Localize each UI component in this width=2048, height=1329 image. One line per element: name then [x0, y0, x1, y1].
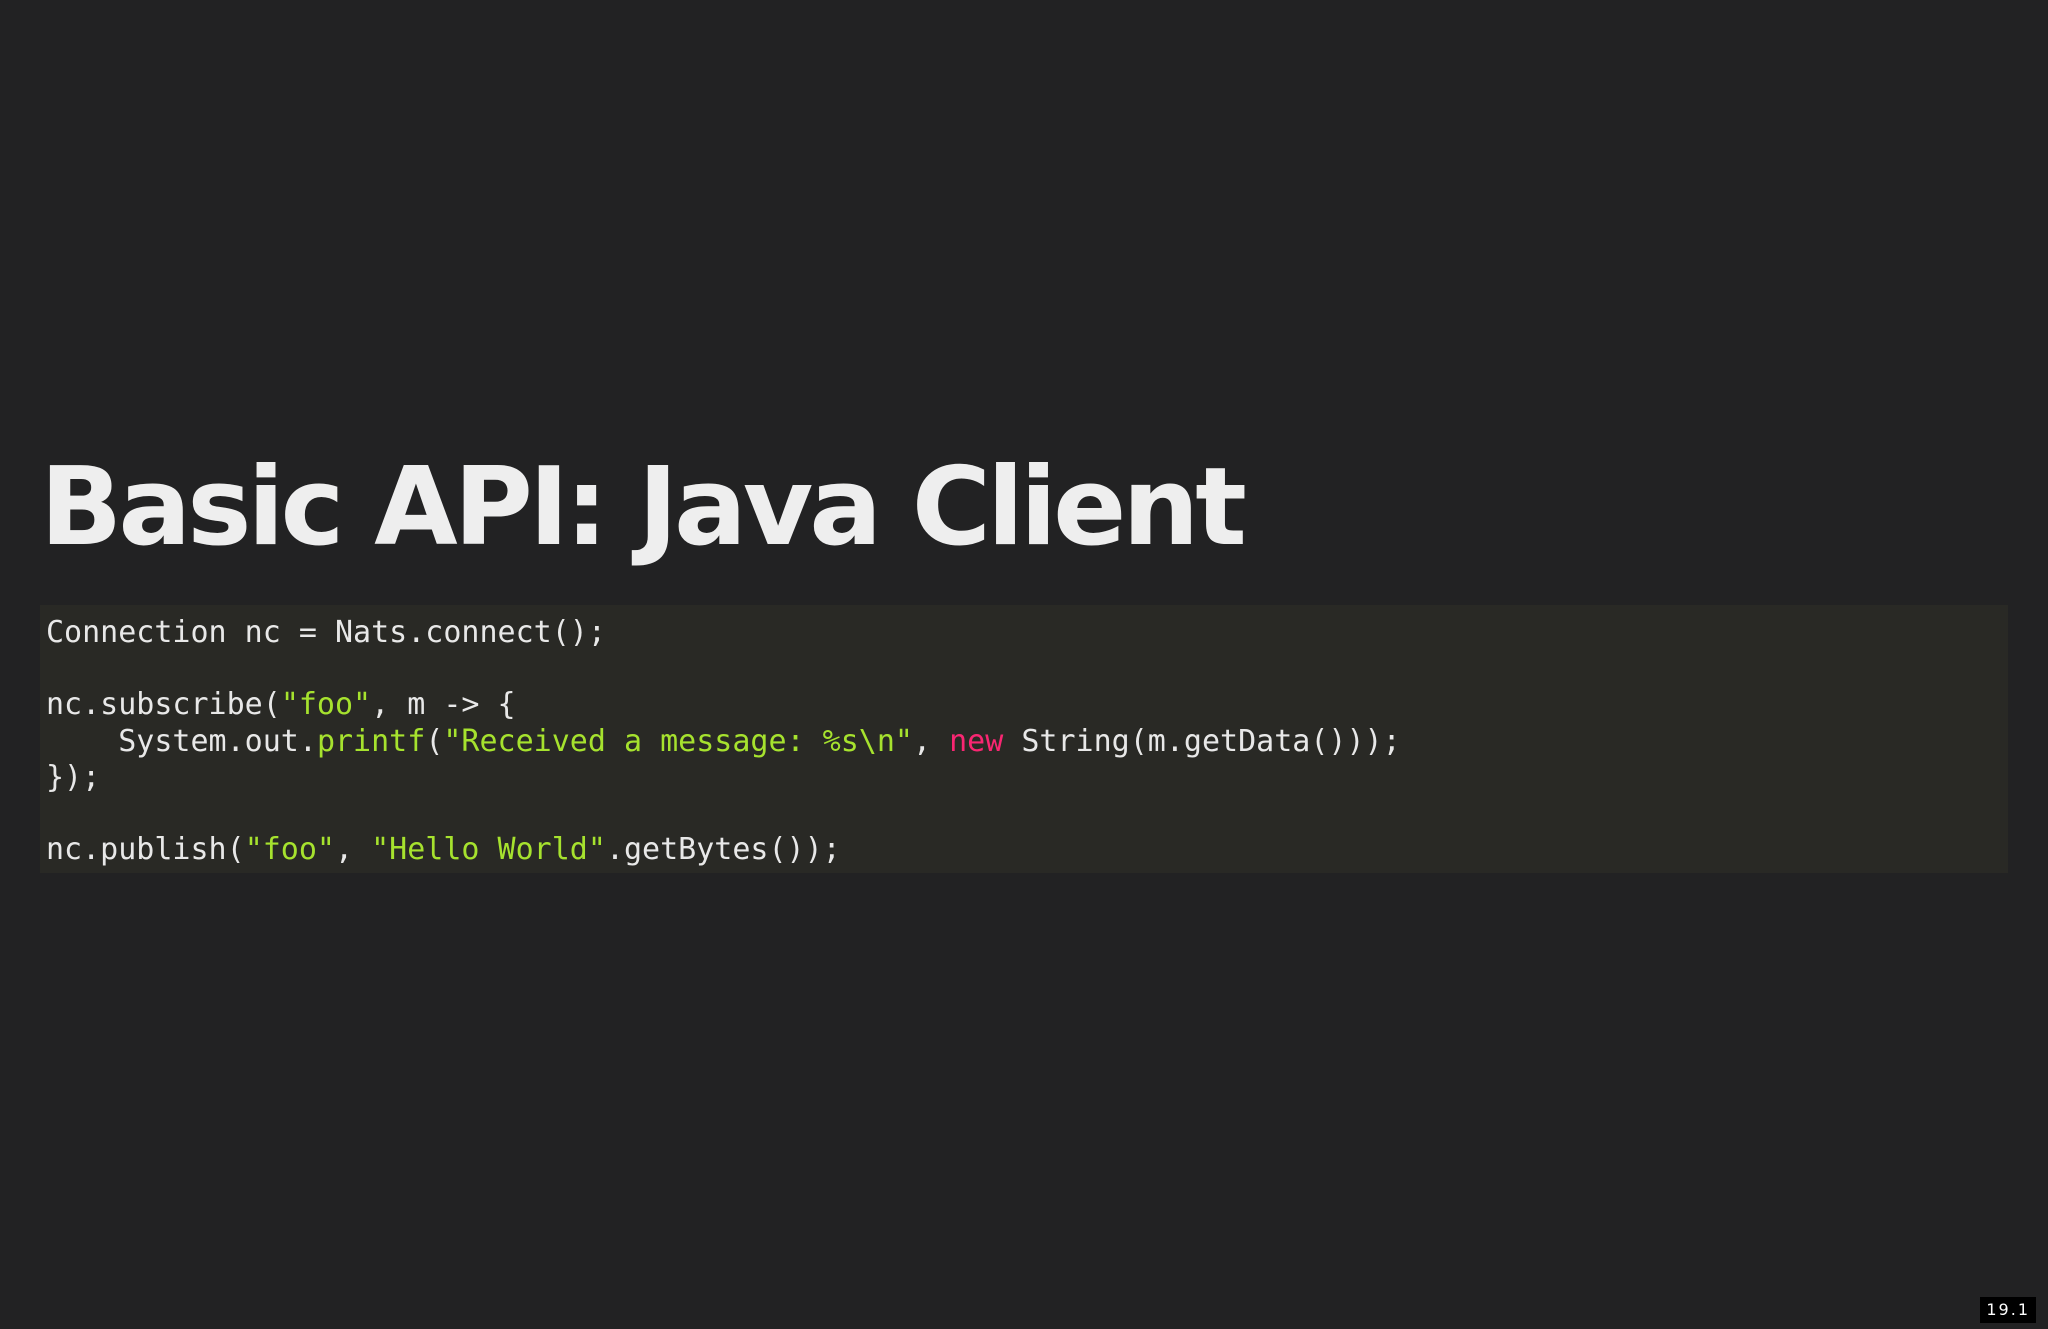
code-listing: Connection nc = Nats.connect(); nc.subscr…: [46, 615, 2002, 868]
slide-number: 19.1: [1980, 1297, 2036, 1323]
code-block: Connection nc = Nats.connect(); nc.subscr…: [40, 605, 2008, 873]
code-function: printf: [316, 723, 426, 759]
code-token: System.out.: [46, 723, 317, 759]
code-line-7: nc.publish("foo", "Hello World".getBytes…: [46, 832, 2002, 868]
code-token: nc.publish(: [46, 832, 245, 868]
code-token: , m -> {: [371, 687, 516, 723]
code-token: nc.subscribe(: [46, 687, 281, 723]
code-line-6-blank: [46, 796, 2002, 832]
code-line-3: nc.subscribe("foo", m -> {: [46, 687, 2002, 723]
slide-title: Basic API: Java Client: [40, 445, 1247, 570]
code-token: Connection nc = Nats.connect();: [46, 615, 606, 650]
code-line-5: });: [46, 760, 2002, 796]
code-token: (: [425, 723, 444, 759]
code-line-2-blank: [46, 651, 2002, 687]
code-line-1: Connection nc = Nats.connect();: [46, 615, 2002, 651]
code-token: .getBytes());: [605, 832, 841, 868]
code-token: ,: [335, 832, 372, 868]
code-string: "foo": [280, 687, 372, 723]
code-keyword: new: [949, 723, 1004, 759]
code-token: String(m.getData()));: [1003, 723, 1401, 759]
code-line-4: System.out.printf("Received a message: %…: [46, 724, 2002, 760]
code-string: "foo": [244, 832, 335, 868]
code-token: ,: [912, 723, 950, 759]
code-token: });: [46, 759, 101, 795]
slide: Basic API: Java Client Connection nc = N…: [0, 0, 2048, 1329]
code-string: "Hello World": [371, 832, 606, 868]
code-string: "Received a message: %s\n": [443, 723, 913, 759]
